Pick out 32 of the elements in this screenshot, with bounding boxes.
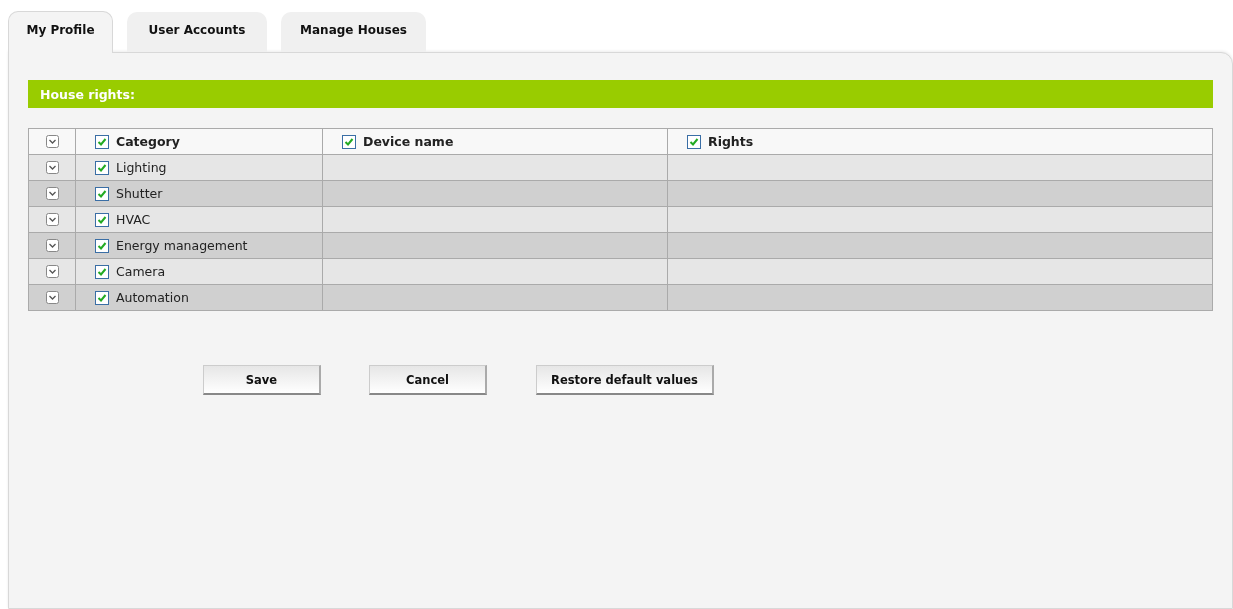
- tab[interactable]: My Profile: [8, 11, 113, 53]
- checkbox[interactable]: [95, 160, 109, 175]
- expand-icon[interactable]: [45, 239, 59, 252]
- checkbox[interactable]: [95, 134, 109, 149]
- category-label: HVAC: [116, 212, 151, 227]
- checkbox[interactable]: [95, 290, 109, 305]
- checkbox[interactable]: [95, 264, 109, 279]
- checkbox[interactable]: [95, 186, 109, 201]
- checkbox[interactable]: [95, 238, 109, 253]
- category-label: Camera: [116, 264, 166, 279]
- column-header: Rights: [708, 134, 754, 149]
- expand-icon[interactable]: [45, 187, 59, 200]
- action-button[interactable]: Restore default values: [536, 365, 714, 395]
- column-header: Category: [116, 134, 180, 149]
- action-button[interactable]: Save: [203, 365, 321, 395]
- column-header: Device name: [363, 134, 454, 149]
- expand-icon[interactable]: [45, 213, 59, 226]
- expand-icon[interactable]: [45, 291, 59, 304]
- action-button[interactable]: Cancel: [369, 365, 487, 395]
- expand-icon[interactable]: [45, 161, 59, 174]
- checkbox[interactable]: [687, 134, 701, 149]
- tab[interactable]: Manage Houses: [281, 12, 426, 52]
- category-label: Energy management: [116, 238, 248, 253]
- expand-icon[interactable]: [45, 135, 59, 148]
- checkbox[interactable]: [95, 212, 109, 227]
- category-label: Automation: [116, 290, 189, 305]
- checkbox[interactable]: [342, 134, 356, 149]
- tab[interactable]: User Accounts: [127, 12, 267, 52]
- section-header: House rights:: [28, 80, 1213, 108]
- category-label: Lighting: [116, 160, 167, 175]
- expand-icon[interactable]: [45, 265, 59, 278]
- category-label: Shutter: [116, 186, 163, 201]
